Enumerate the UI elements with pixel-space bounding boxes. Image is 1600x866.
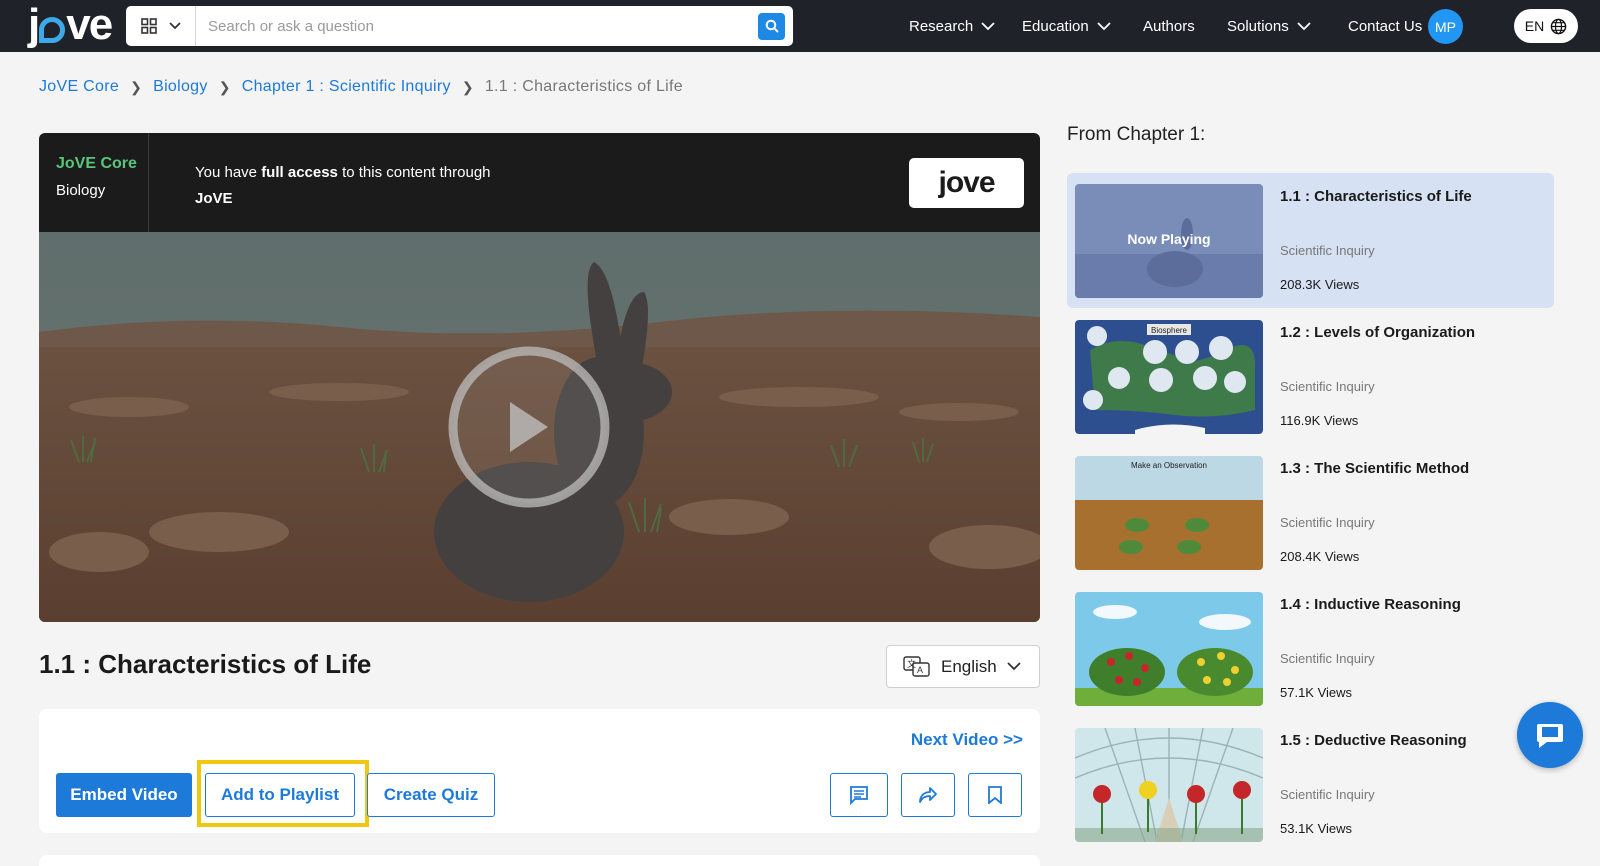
institution-name: JoVE <box>195 190 233 207</box>
svg-text:文: 文 <box>907 658 916 669</box>
search-bar <box>126 6 793 46</box>
nav-education[interactable]: Education <box>1022 0 1111 52</box>
chevron-down-icon <box>1007 662 1021 671</box>
breadcrumb-jove-core[interactable]: JoVE Core <box>39 78 119 96</box>
item-title: 1.2 : Levels of Organization <box>1280 324 1476 341</box>
item-views: 116.9K Views <box>1280 413 1359 428</box>
user-avatar[interactable]: MP <box>1428 9 1463 44</box>
search-input[interactable] <box>196 7 758 45</box>
language-label: English <box>941 656 997 676</box>
next-section-card <box>39 855 1040 866</box>
translate-icon: 文A <box>903 655 930 677</box>
language-switcher[interactable]: EN <box>1514 9 1578 43</box>
access-message: You have full access to this content thr… <box>195 160 525 212</box>
breadcrumb: JoVE Core ❯ Biology ❯ Chapter 1 : Scient… <box>39 78 683 96</box>
grid-icon <box>140 18 157 34</box>
svg-text:A: A <box>917 665 923 675</box>
share-icon <box>919 787 937 803</box>
next-video-link[interactable]: Next Video >> <box>911 730 1023 750</box>
top-navigation-bar: jve Research Education Authors Solutions… <box>0 0 1600 52</box>
item-category: Scientific Inquiry <box>1280 515 1375 530</box>
comment-button[interactable] <box>830 773 888 817</box>
language-select[interactable]: 文A English <box>886 645 1040 688</box>
institution-logo: jove <box>909 158 1024 208</box>
item-title: 1.1 : Characteristics of Life <box>1280 188 1472 205</box>
item-category: Scientific Inquiry <box>1280 243 1375 258</box>
share-button[interactable] <box>901 773 955 817</box>
playlist-item-1-2[interactable]: Biosphere 1.2 : Levels of Organization S… <box>1067 309 1554 444</box>
divider <box>148 133 149 232</box>
item-views: 208.4K Views <box>1280 549 1360 564</box>
chevron-down-icon <box>1097 21 1111 30</box>
access-banner: JoVE Core Biology You have full access t… <box>39 133 1040 232</box>
video-actions-card: Next Video >> Embed Video Add to Playlis… <box>39 709 1040 833</box>
item-title: 1.4 : Inductive Reasoning <box>1280 596 1461 613</box>
globe-icon <box>1550 18 1567 34</box>
access-message-pre: You have <box>195 164 262 181</box>
add-to-playlist-button[interactable]: Add to Playlist <box>205 773 355 817</box>
breadcrumb-biology[interactable]: Biology <box>153 78 208 96</box>
access-message-post: to this content through <box>337 164 491 181</box>
item-views: 208.3K Views <box>1280 277 1360 292</box>
breadcrumb-current: 1.1 : Characteristics of Life <box>484 78 683 95</box>
video-title: 1.1 : Characteristics of Life <box>39 649 372 679</box>
nav-contact-us[interactable]: Contact Us <box>1348 0 1422 52</box>
playlist-item-1-4[interactable]: 1.4 : Inductive Reasoning Scientific Inq… <box>1067 581 1554 716</box>
apps-menu-button[interactable] <box>126 6 196 46</box>
search-icon <box>765 19 779 33</box>
nav-label: Authors <box>1143 17 1195 35</box>
playlist-item-1-5[interactable]: 1.5 : Deductive Reasoning Scientific Inq… <box>1067 717 1554 852</box>
video-frame <box>39 232 1040 622</box>
item-category: Scientific Inquiry <box>1280 651 1375 666</box>
chevron-down-icon <box>1297 21 1311 30</box>
playlist-item-1-3[interactable]: Make an Observation 1.3 : The Scientific… <box>1067 445 1554 580</box>
create-quiz-button[interactable]: Create Quiz <box>367 773 495 817</box>
collection-label: JoVE Core <box>56 155 137 172</box>
item-category: Scientific Inquiry <box>1280 379 1375 394</box>
item-title: 1.3 : The Scientific Method <box>1280 460 1470 477</box>
chevron-down-icon <box>981 21 995 30</box>
nav-label: Solutions <box>1227 17 1289 35</box>
nav-authors[interactable]: Authors <box>1143 0 1195 52</box>
thumbnail <box>1075 728 1263 842</box>
thumb-label: Biosphere <box>1151 326 1188 335</box>
jove-logo[interactable]: j ve <box>28 0 113 49</box>
subject-label: Biology <box>56 182 106 199</box>
thumbnail: Make an Observation <box>1075 456 1263 570</box>
item-category: Scientific Inquiry <box>1280 787 1375 802</box>
nav-label: Contact Us <box>1348 17 1423 35</box>
chevron-down-icon <box>168 22 181 30</box>
chevron-right-icon: ❯ <box>218 78 231 95</box>
bookmark-button[interactable] <box>968 773 1022 817</box>
nav-label: Education <box>1022 17 1089 35</box>
breadcrumb-chapter[interactable]: Chapter 1 : Scientific Inquiry <box>242 78 451 96</box>
playlist-item-1-1[interactable]: Now Playing 1.1 : Characteristics of Lif… <box>1067 173 1554 308</box>
sidebar-title: From Chapter 1: <box>1067 124 1206 145</box>
comment-icon <box>850 786 868 805</box>
chevron-right-icon: ❯ <box>130 78 143 95</box>
item-views: 57.1K Views <box>1280 685 1353 700</box>
thumbnail: Biosphere <box>1075 320 1263 434</box>
thumb-label: Make an Observation <box>1131 461 1207 470</box>
item-title: 1.5 : Deductive Reasoning <box>1280 732 1467 749</box>
search-button[interactable] <box>758 12 785 40</box>
nav-label: Research <box>909 17 974 35</box>
nav-research[interactable]: Research <box>909 0 995 52</box>
now-playing-overlay: Now Playing <box>1127 231 1210 247</box>
item-views: 53.1K Views <box>1280 821 1353 836</box>
chat-icon <box>1537 724 1563 748</box>
bookmark-icon <box>988 786 1002 804</box>
video-player[interactable] <box>39 232 1040 622</box>
chevron-right-icon: ❯ <box>461 78 474 95</box>
nav-solutions[interactable]: Solutions <box>1227 0 1311 52</box>
language-code: EN <box>1524 18 1545 34</box>
thumbnail <box>1075 592 1263 706</box>
thumbnail: Now Playing <box>1075 184 1263 298</box>
access-message-bold: full access <box>261 164 338 181</box>
chat-support-button[interactable] <box>1517 702 1583 768</box>
embed-video-button[interactable]: Embed Video <box>56 773 192 817</box>
